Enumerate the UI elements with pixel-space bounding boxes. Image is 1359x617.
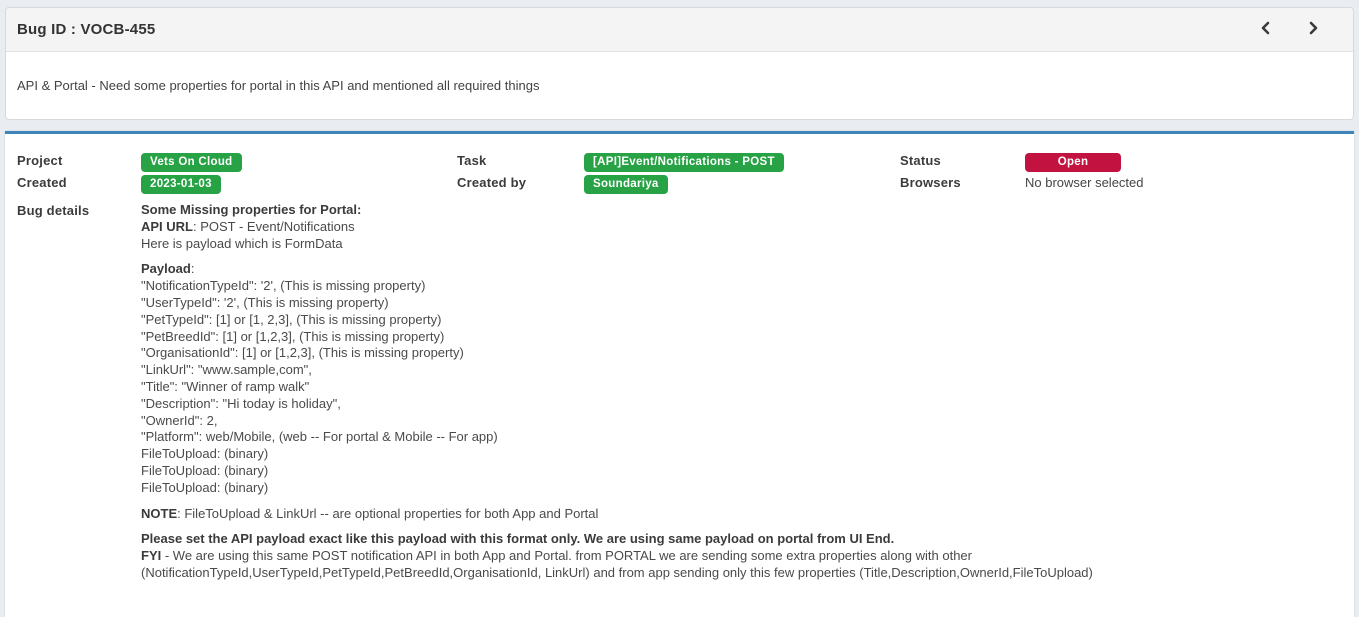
- bug-details-paragraph: Some Missing properties for Portal:API U…: [141, 202, 1338, 252]
- prev-bug-button[interactable]: [1255, 20, 1275, 40]
- created-value: 2023-01-03: [141, 174, 457, 196]
- bug-summary-text: API & Portal - Need some properties for …: [17, 78, 539, 93]
- bug-details-line: Here is payload which is FormData: [141, 236, 1338, 253]
- bug-details-paragraph: NOTE: FileToUpload & LinkUrl -- are opti…: [141, 506, 1338, 523]
- bug-details-paragraph: Please set the API payload exact like th…: [141, 531, 1338, 581]
- chevron-left-icon: [1259, 21, 1272, 38]
- bug-details-line: API URL: POST - Event/Notifications: [141, 219, 1338, 236]
- bug-details-line: Please set the API payload exact like th…: [141, 531, 1338, 548]
- bug-details-line: NOTE: FileToUpload & LinkUrl -- are opti…: [141, 506, 1338, 523]
- bug-nav: [1255, 20, 1323, 40]
- bug-header-card: Bug ID : VOCB-455 API & Portal - Need so…: [5, 7, 1354, 120]
- bug-details-line: "UserTypeId": '2', (This is missing prop…: [141, 295, 1338, 312]
- status-label: Status: [900, 152, 1025, 174]
- bug-details-line: "OwnerId": 2,: [141, 413, 1338, 430]
- created-by-badge: Soundariya: [584, 175, 668, 194]
- bug-details-line: "PetTypeId": [1] or [1, 2,3], (This is m…: [141, 312, 1338, 329]
- created-date-badge: 2023-01-03: [141, 175, 221, 194]
- bug-details-line: Payload:: [141, 261, 1338, 278]
- status-badge: Open: [1025, 153, 1121, 172]
- bug-details-line: "Title": "Winner of ramp walk": [141, 379, 1338, 396]
- browsers-value: No browser selected: [1025, 174, 1338, 196]
- bug-details-panel: Project Vets On Cloud Task [API]Event/No…: [5, 131, 1354, 617]
- bug-details-line: FYI - We are using this same POST notifi…: [141, 548, 1338, 582]
- bug-details-label: Bug details: [17, 202, 141, 224]
- project-label: Project: [17, 152, 141, 174]
- bug-details-paragraph: Payload:"NotificationTypeId": '2', (This…: [141, 261, 1338, 496]
- chevron-right-icon: [1307, 21, 1320, 38]
- page: Bug ID : VOCB-455 API & Portal - Need so…: [0, 7, 1359, 617]
- bug-card-header: Bug ID : VOCB-455: [6, 8, 1353, 52]
- bug-meta-grid: Project Vets On Cloud Task [API]Event/No…: [5, 134, 1354, 611]
- created-by-label: Created by: [457, 174, 584, 196]
- bug-details-line: FileToUpload: (binary): [141, 480, 1338, 497]
- created-label: Created: [17, 174, 141, 196]
- bug-details-line: Some Missing properties for Portal:: [141, 202, 1338, 219]
- bug-details-line: "Description": "Hi today is holiday",: [141, 396, 1338, 413]
- next-bug-button[interactable]: [1303, 20, 1323, 40]
- bug-details-content: Some Missing properties for Portal:API U…: [141, 202, 1338, 591]
- bug-details-line: "LinkUrl": "www.sample,com",: [141, 362, 1338, 379]
- bug-summary-section: API & Portal - Need some properties for …: [6, 52, 1353, 119]
- task-value: [API]Event/Notifications - POST: [584, 152, 900, 174]
- project-value: Vets On Cloud: [141, 152, 457, 174]
- page-title: Bug ID : VOCB-455: [17, 21, 155, 38]
- browsers-label: Browsers: [900, 174, 1025, 196]
- bug-details-line: FileToUpload: (binary): [141, 463, 1338, 480]
- task-label: Task: [457, 152, 584, 174]
- created-by-value: Soundariya: [584, 174, 900, 196]
- status-value: Open: [1025, 152, 1338, 174]
- bug-details-line: "OrganisationId": [1] or [1,2,3], (This …: [141, 345, 1338, 362]
- bug-details-line: "Platform": web/Mobile, (web -- For port…: [141, 429, 1338, 446]
- task-badge: [API]Event/Notifications - POST: [584, 153, 784, 172]
- bug-details-line: "NotificationTypeId": '2', (This is miss…: [141, 278, 1338, 295]
- project-badge: Vets On Cloud: [141, 153, 242, 172]
- bug-details-line: "PetBreedId": [1] or [1,2,3], (This is m…: [141, 329, 1338, 346]
- bug-details-line: FileToUpload: (binary): [141, 446, 1338, 463]
